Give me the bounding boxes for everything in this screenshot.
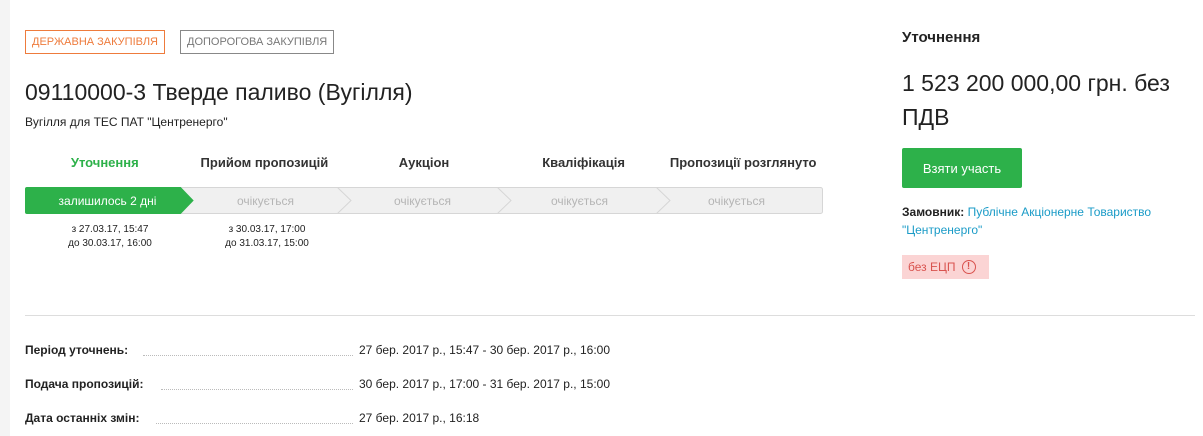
section-divider (25, 315, 1195, 316)
stage-status-qualification: очікується (550, 193, 609, 208)
warning-icon: ! (961, 260, 976, 274)
clarification-date-to: до 30.03.17, 16:00 (68, 238, 152, 249)
left-gutter (0, 0, 10, 436)
tendering-date-from: з 30.03.17, 17:00 (228, 224, 306, 235)
stage-label-auction: Аукціон (398, 155, 450, 170)
tendering-date-to: до 31.03.17, 15:00 (225, 238, 309, 249)
stage-status-clarification: залишилось 2 дні (58, 193, 157, 208)
gov-procurement-tag[interactable]: ДЕРЖАВНА ЗАКУПІВЛЯ (25, 30, 166, 54)
clarification-date-from: з 27.03.17, 15:47 (71, 224, 149, 235)
tender-subtitle: Вугілля для ТЕС ПАТ "Центренерго" (25, 115, 228, 129)
below-threshold-tag[interactable]: ДОПОРОГОВА ЗАКУПІВЛЯ (180, 30, 335, 54)
tendering-dates: з 30.03.17, 17:00 до 31.03.17, 15:00 (187, 223, 347, 251)
tender-price: 1 523 200 000,00 грн. без ПДВ (902, 70, 1170, 130)
stage-status-auction: очікується (393, 193, 452, 208)
clarification-dates: з 27.03.17, 15:47 до 30.03.17, 16:00 (30, 223, 190, 251)
stage-status-tendering: очікується (236, 193, 295, 208)
no-signature-label: без ЕЦП (908, 260, 956, 274)
stage-timeline: Уточнення Прийом пропозицій Аукціон Квал… (25, 148, 823, 214)
dotted-leader (143, 355, 353, 356)
stage-label-qualification: Кваліфікація (542, 155, 625, 170)
detail-value: 27 бер. 2017 р., 16:18 (359, 411, 480, 425)
stage-label-reviewed: Пропозиції розглянуто (669, 155, 817, 170)
no-signature-badge: без ЕЦП ! (902, 255, 989, 279)
detail-value: 27 бер. 2017 р., 15:47 - 30 бер. 2017 р.… (359, 343, 611, 357)
detail-label: Подача пропозицій: (25, 377, 144, 391)
tag-list: ДЕРЖАВНА ЗАКУПІВЛЯ ДОПОРОГОВА ЗАКУПІВЛЯ (25, 30, 335, 54)
customer-label: Замовник: (902, 205, 965, 219)
stage-progress-bar: залишилось 2 дні очікується очікується о… (25, 187, 823, 214)
join-button[interactable]: Взяти участь (902, 148, 1022, 188)
detail-value: 30 бер. 2017 р., 17:00 - 31 бер. 2017 р.… (359, 377, 611, 391)
detail-label: Період уточнень: (25, 343, 129, 357)
dotted-leader (161, 389, 353, 390)
dotted-leader (156, 423, 353, 424)
tender-title: 09110000-3 Тверде паливо (Вугілля) (25, 79, 413, 105)
stage-label-clarification: Уточнення (70, 155, 139, 170)
stage-status-reviewed: очікується (707, 193, 766, 208)
stage-label-tendering: Прийом пропозицій (200, 155, 329, 170)
detail-label: Дата останніх змін: (25, 411, 140, 425)
status-title: Уточнення (902, 29, 981, 46)
customer-info: Замовник: Публічне Акціонерне Товариство… (902, 203, 1202, 239)
